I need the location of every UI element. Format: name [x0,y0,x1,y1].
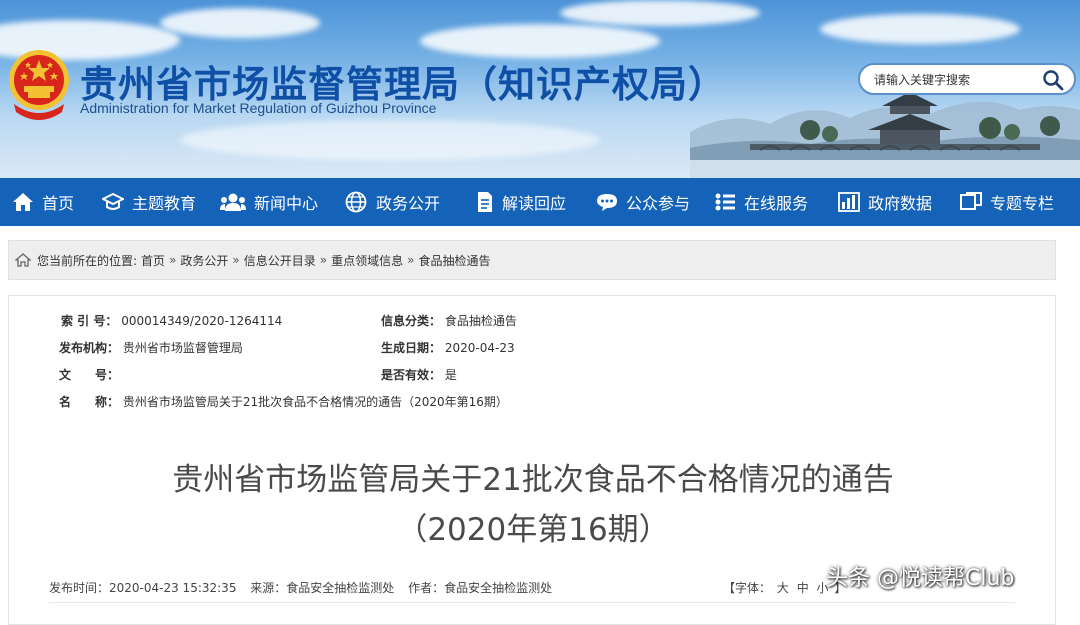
nav-item-theme-education[interactable]: 主题教育 [102,178,196,226]
meta-value: 是 [444,368,457,382]
meta-label: 发布机构： [59,341,120,355]
home-icon [13,193,33,211]
meta-name: 名 称： 贵州省市场监管局关于21批次食品不合格情况的通告（2020年第16期） [59,393,508,410]
breadcrumb-separator: » [232,253,240,267]
nav-label: 首页 [42,194,75,213]
breadcrumb-link-food-inspection[interactable]: 食品抽检通告 [418,252,490,269]
meta-label: 是否有效： [381,368,442,382]
nav-label: 解读回应 [502,194,567,213]
publication-info: 发布时间：2020-04-23 15:32:35 来源：食品安全抽检监测处 作者… [49,579,562,596]
breadcrumb-separator: » [407,253,415,267]
meta-label: 文 号： [59,368,120,382]
meta-value: 2020-04-23 [444,341,515,355]
font-size-large-button[interactable]: 大 [777,581,789,595]
article-author: 作者：食品安全抽检监测处 [408,581,553,595]
meta-category: 信息分类： 食品抽检通告 [381,312,517,329]
home-icon [15,253,31,267]
nav-item-special-topics[interactable]: 专题专栏 [960,178,1054,226]
search-icon[interactable] [1042,69,1064,91]
nav-item-online-services[interactable]: 在线服务 [714,178,808,226]
breadcrumb-link-home[interactable]: 首页 [141,252,165,269]
site-subtitle: Administration for Market Regulation of … [80,100,437,116]
publish-time: 发布时间：2020-04-23 15:32:35 [49,581,237,595]
nav-item-government-data[interactable]: 政府数据 [838,178,932,226]
cloud-decoration [160,8,320,38]
meta-publisher: 发布机构： 贵州省市场监督管理局 [59,339,243,356]
site-banner: 贵州省市场监督管理局（知识产权局） Administration for Mar… [0,0,1080,178]
nav-label: 政府数据 [868,194,933,213]
breadcrumb-separator: » [169,253,177,267]
nav-item-public-participation[interactable]: 公众参与 [596,178,690,226]
meta-index: 索 引 号： 000014349/2020-1264114 [61,312,282,329]
meta-label: 信息分类： [381,314,442,328]
watermark-text: 头条 @悦读帮Club [826,566,1015,591]
nav-label: 新闻中心 [254,194,319,213]
national-emblem-icon [9,50,69,120]
nav-label: 政务公开 [376,194,441,213]
breadcrumb-link-government-affairs[interactable]: 政务公开 [180,252,228,269]
article-title: 贵州省市场监管局关于21批次食品不合格情况的通告 [172,462,894,498]
users-icon [220,193,246,211]
search-box [858,63,1076,95]
nav-item-interpretation[interactable]: 解读回应 [476,178,566,226]
meta-value: 000014349/2020-1264114 [121,314,283,328]
font-size-medium-button[interactable]: 中 [797,581,809,595]
meta-validity: 是否有效： 是 [381,366,457,383]
cloud-decoration [420,24,660,58]
nav-item-news-center[interactable]: 新闻中心 [220,178,318,226]
nav-label: 主题教育 [132,194,197,213]
graduation-cap-icon [102,192,124,210]
meta-date: 生成日期： 2020-04-23 [381,339,515,356]
meta-value: 贵州省市场监督管理局 [122,341,243,355]
search-input[interactable] [874,70,1034,90]
globe-icon [345,191,367,213]
nav-item-government-affairs[interactable]: 政务公开 [344,178,440,226]
article-title-issue: （2020年第16期） [396,512,670,548]
document-icon [478,192,492,212]
meta-label: 名 称： [59,395,120,409]
bar-chart-icon [838,192,860,212]
article-source: 来源：食品安全抽检监测处 [250,581,395,595]
nav-label: 专题专栏 [990,194,1055,213]
meta-value: 食品抽检通告 [444,314,517,328]
cloud-decoration [560,0,760,26]
cloud-decoration [180,120,600,160]
meta-label: 生成日期： [381,341,442,355]
font-size-prefix: 【字体： [723,581,772,595]
breadcrumb-link-info-directory[interactable]: 信息公开目录 [244,252,316,269]
nav-label: 公众参与 [626,194,691,213]
meta-document-number: 文 号： [59,366,123,383]
breadcrumb-separator: » [319,253,328,267]
main-nav: 首页 主题教育 新闻中心 政务公开 解读回应 公众参与 在线服务 政府数据 专题… [0,178,1080,226]
breadcrumb-link-key-areas[interactable]: 重点领域信息 [331,252,403,269]
nav-label: 在线服务 [744,194,809,213]
list-icon [715,193,735,211]
pavilion-scenery-image [690,66,1080,178]
divider [49,602,1015,603]
meta-label: 索 引 号： [61,314,118,328]
nav-item-home[interactable]: 首页 [12,178,74,226]
window-icon [960,192,982,210]
chat-bubble-icon [597,194,617,211]
breadcrumb: 您当前所在的位置: 首页 » 政务公开 » 信息公开目录 » 重点领域信息 » … [8,240,1056,280]
meta-value: 贵州省市场监管局关于21批次食品不合格情况的通告（2020年第16期） [122,395,508,409]
breadcrumb-prefix: 您当前所在的位置: [37,253,138,268]
